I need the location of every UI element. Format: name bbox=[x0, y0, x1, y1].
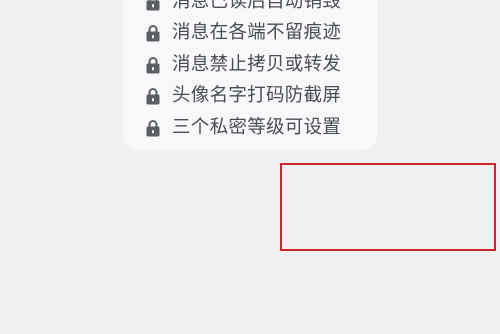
lock-icon bbox=[146, 25, 160, 42]
feature-item-auto-destroy: 消息已读后自动销毁 bbox=[145, 0, 341, 18]
lock-icon bbox=[146, 0, 160, 11]
feature-label: 头像名字打码防截屏 bbox=[172, 85, 342, 106]
lock-icon bbox=[146, 119, 160, 137]
feature-item-no-trace: 消息在各端不留痕迹 bbox=[145, 18, 341, 50]
feature-label: 消息禁止拷贝或转发 bbox=[172, 53, 342, 75]
feature-label: 三个私密等级可设置 bbox=[172, 116, 342, 138]
lock-icon bbox=[146, 56, 160, 74]
feature-label: 消息已读后自动销毁 bbox=[172, 0, 342, 12]
feature-item-screenshot-mask: 头像名字打码防截屏 bbox=[145, 81, 341, 113]
lock-icon bbox=[146, 88, 160, 105]
feature-item-no-copy-forward: 消息禁止拷贝或转发 bbox=[145, 49, 341, 81]
privacy-feature-list: 消息已读后自动销毁 消息在各端不留痕迹 消息禁止拷贝或转发 头像名字打码防截屏 bbox=[145, 0, 341, 144]
feature-label: 消息在各端不留痕迹 bbox=[172, 22, 342, 43]
feature-item-privacy-levels: 三个私密等级可设置 bbox=[145, 112, 341, 144]
highlight-annotation-box bbox=[280, 163, 496, 251]
